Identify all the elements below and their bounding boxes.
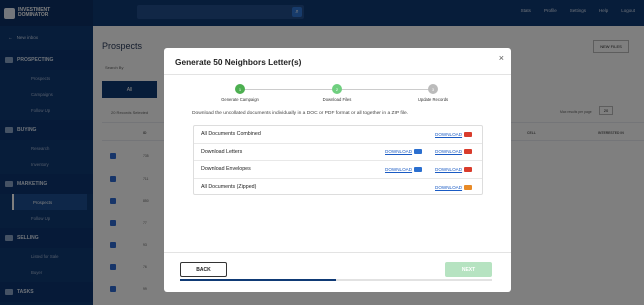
download-letters-doc[interactable]: DOWNLOAD	[385, 149, 423, 155]
download-combined-pdf[interactable]: DOWNLOAD	[435, 131, 473, 137]
row-label: Download Letters	[201, 148, 243, 155]
doc-icon	[414, 149, 423, 155]
download-envelopes-doc[interactable]: DOWNLOAD	[385, 166, 423, 172]
pdf-icon	[464, 149, 473, 155]
step-3-label: Update Records	[417, 97, 449, 102]
step-generate-campaign: 1 Generate Campaign	[210, 84, 270, 102]
download-zipped[interactable]: DOWNLOAD	[435, 184, 473, 190]
step-3-dot: 3	[428, 84, 438, 94]
row-label: All Documents (Zipped)	[201, 184, 257, 191]
step-2-label: Download Files	[322, 97, 352, 102]
download-description: Download the uncollated documents indivi…	[192, 111, 409, 116]
back-button[interactable]: BACK	[180, 262, 227, 277]
step-1-label: Generate Campaign	[221, 97, 259, 102]
download-list: All Documents Combined DOWNLOAD Download…	[193, 125, 483, 195]
pdf-icon	[464, 131, 473, 137]
next-button[interactable]: NEXT	[445, 262, 492, 277]
generate-letters-modal: Generate 50 Neighbors Letter(s) × 1 Gene…	[164, 48, 511, 292]
step-update-records: 3 Update Records	[403, 84, 463, 102]
download-row-letters: Download Letters DOWNLOAD DOWNLOAD	[194, 144, 482, 161]
download-envelopes-pdf[interactable]: DOWNLOAD	[435, 166, 473, 172]
row-label: All Documents Combined	[201, 131, 261, 138]
download-row-zipped: All Documents (Zipped) DOWNLOAD	[194, 179, 482, 197]
zip-icon	[464, 184, 473, 190]
modal-title: Generate 50 Neighbors Letter(s)	[175, 57, 302, 67]
step-2-dot: 2	[332, 84, 342, 94]
download-row-envelopes: Download Envelopes DOWNLOAD DOWNLOAD	[194, 161, 482, 179]
step-download-files: 2 Download Files	[307, 84, 367, 102]
progress-bar	[180, 279, 336, 281]
step-1-dot: 1	[235, 84, 245, 94]
row-label: Download Envelopes	[201, 166, 251, 173]
pdf-icon	[464, 166, 473, 172]
close-icon[interactable]: ×	[499, 53, 504, 63]
download-letters-pdf[interactable]: DOWNLOAD	[435, 149, 473, 155]
download-row-combined: All Documents Combined DOWNLOAD	[194, 126, 482, 144]
doc-icon	[414, 166, 423, 172]
